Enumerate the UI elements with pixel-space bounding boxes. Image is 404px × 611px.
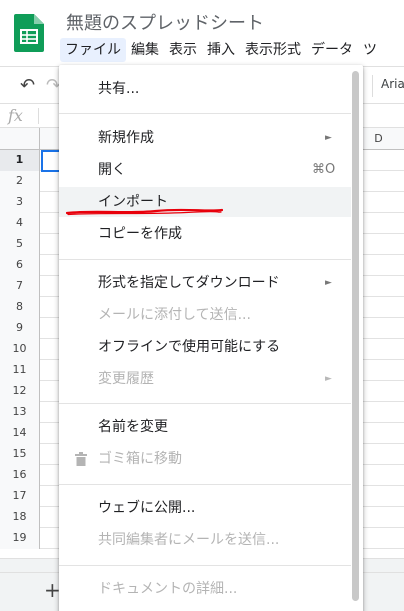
- fx-icon: fx: [8, 106, 23, 125]
- row-number[interactable]: 19: [0, 528, 40, 549]
- menu-item-label: 新規作成: [98, 130, 154, 146]
- submenu-arrow-icon: ►: [325, 278, 332, 288]
- menu-item-label: ゴミ箱に移動: [98, 451, 182, 467]
- formula-divider: [38, 108, 39, 124]
- row-number[interactable]: 11: [0, 360, 40, 381]
- row-number[interactable]: 15: [0, 444, 40, 465]
- menu-item-label: ウェブに公開...: [98, 500, 196, 516]
- menu-item-label: 名前を変更: [98, 419, 168, 435]
- row-number[interactable]: 5: [0, 234, 40, 255]
- menu-data[interactable]: データ: [306, 38, 358, 62]
- sheets-logo-icon[interactable]: [14, 14, 44, 52]
- row-number[interactable]: 12: [0, 381, 40, 402]
- menu-divider: [59, 484, 351, 485]
- red-underline-annotation: [66, 208, 223, 216]
- menu-item-open[interactable]: 開く ⌘O: [59, 155, 351, 185]
- row-number[interactable]: 4: [0, 213, 40, 234]
- row-number[interactable]: 2: [0, 171, 40, 192]
- menu-item-make-copy[interactable]: コピーを作成: [59, 219, 351, 249]
- menu-item-label: コピーを作成: [98, 226, 182, 242]
- submenu-arrow-icon: ►: [325, 133, 332, 143]
- menu-edit[interactable]: 編集: [126, 38, 164, 62]
- menu-item-rename[interactable]: 名前を変更: [59, 412, 351, 442]
- row-number[interactable]: 3: [0, 192, 40, 213]
- menu-item-new[interactable]: 新規作成 ►: [59, 123, 351, 153]
- menu-item-label: 変更履歴: [98, 371, 154, 387]
- menu-item-label: ドキュメントの詳細...: [98, 581, 238, 597]
- row-number[interactable]: 18: [0, 507, 40, 528]
- menu-format[interactable]: 表示形式: [240, 38, 306, 62]
- menu-item-label: メールに添付して送信...: [98, 307, 251, 323]
- select-all-corner[interactable]: [0, 128, 40, 150]
- menu-item-move-to-trash[interactable]: ゴミ箱に移動: [59, 444, 351, 474]
- row-number[interactable]: 7: [0, 276, 40, 297]
- submenu-arrow-icon: ►: [325, 374, 332, 384]
- undo-icon[interactable]: ↶: [20, 75, 35, 96]
- menu-item-label: 共有...: [98, 81, 140, 97]
- menu-view[interactable]: 表示: [164, 38, 202, 62]
- menu-item-label: 共同編集者にメールを送信...: [98, 532, 280, 548]
- menu-item-email-attachment[interactable]: メールに添付して送信...: [59, 300, 351, 330]
- menu-scrollbar[interactable]: [352, 71, 359, 601]
- file-menu-dropdown: 共有... 新規作成 ► 開く ⌘O インポート コピーを作成 形式を指定してダウン…: [59, 65, 363, 611]
- row-number[interactable]: 14: [0, 423, 40, 444]
- row-number[interactable]: 8: [0, 297, 40, 318]
- menu-divider: [59, 403, 351, 404]
- trash-icon: [75, 452, 87, 466]
- menu-item-label: オフラインで使用可能にする: [98, 339, 281, 355]
- menu-item-download[interactable]: 形式を指定してダウンロード ►: [59, 268, 351, 298]
- menu-file[interactable]: ファイル: [60, 38, 126, 62]
- menubar: ファイル 編集 表示 挿入 表示形式 データツ: [60, 38, 382, 64]
- menu-item-document-details[interactable]: ドキュメントの詳細...: [59, 574, 351, 604]
- row-number[interactable]: 6: [0, 255, 40, 276]
- menu-divider: [59, 565, 351, 566]
- menu-item-offline[interactable]: オフラインで使用可能にする: [59, 332, 351, 362]
- menu-item-email-collaborators[interactable]: 共同編集者にメールを送信...: [59, 525, 351, 555]
- row-number[interactable]: 9: [0, 318, 40, 339]
- row-number[interactable]: 10: [0, 339, 40, 360]
- menu-item-share[interactable]: 共有...: [59, 74, 351, 104]
- row-number[interactable]: 13: [0, 402, 40, 423]
- document-title[interactable]: 無題のスプレッドシート: [66, 9, 264, 35]
- shortcut-label: ⌘O: [312, 162, 336, 177]
- selected-cell[interactable]: [41, 150, 61, 172]
- menu-divider: [59, 113, 351, 114]
- toolbar-divider: [372, 75, 373, 97]
- menu-item-version-history[interactable]: 変更履歴 ►: [59, 364, 351, 394]
- menu-tools[interactable]: ツ: [358, 38, 382, 62]
- row-number[interactable]: 1: [0, 150, 40, 171]
- menu-item-label: 形式を指定してダウンロード: [98, 275, 280, 291]
- menu-item-publish-web[interactable]: ウェブに公開...: [59, 493, 351, 523]
- app-header: 無題のスプレッドシート ファイル 編集 表示 挿入 表示形式 データツ: [0, 0, 404, 64]
- menu-divider: [59, 259, 351, 260]
- row-number[interactable]: 16: [0, 465, 40, 486]
- font-selector[interactable]: Aria: [381, 77, 404, 91]
- menu-insert[interactable]: 挿入: [202, 38, 240, 62]
- menu-item-label: 開く: [98, 162, 126, 178]
- row-number[interactable]: 17: [0, 486, 40, 507]
